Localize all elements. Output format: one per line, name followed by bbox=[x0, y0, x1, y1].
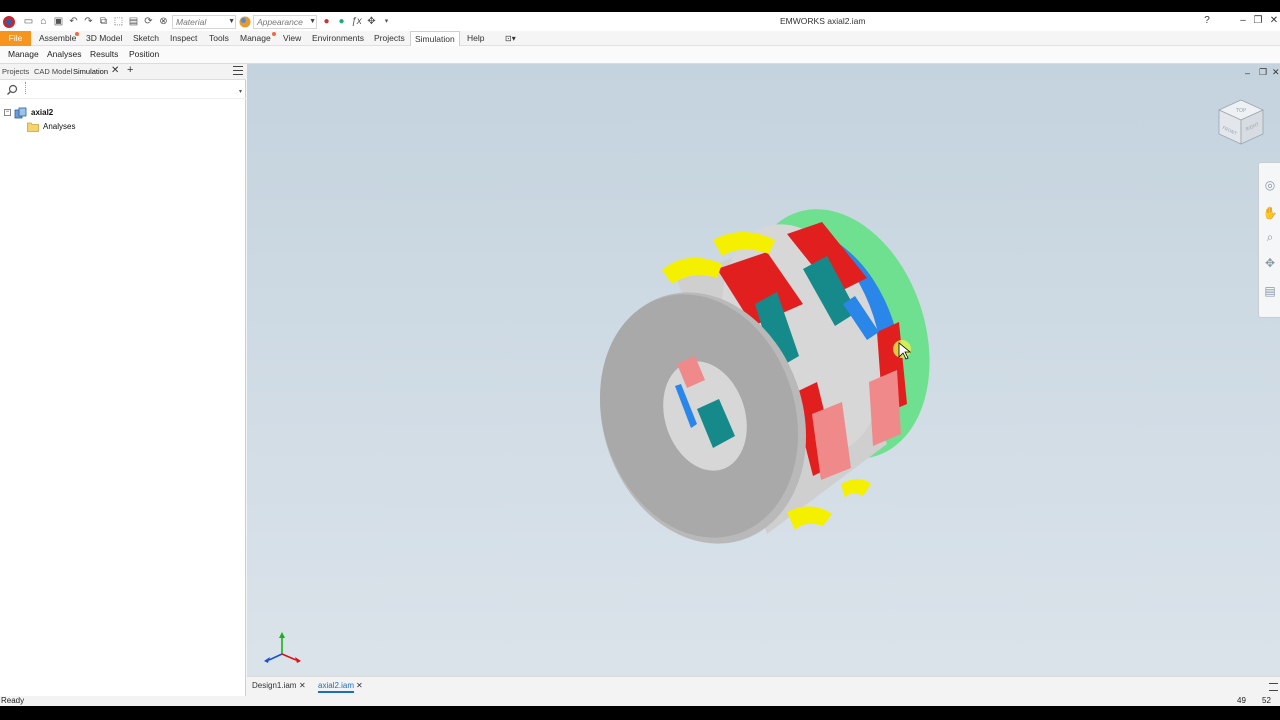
material-combo[interactable]: Material ▼ bbox=[172, 14, 236, 29]
new-file-icon[interactable]: ▭ bbox=[22, 15, 35, 28]
ribbon-tab-position[interactable]: Position bbox=[129, 49, 159, 59]
clear-appearance-icon[interactable]: ● bbox=[335, 15, 348, 28]
menu-help[interactable]: Help bbox=[463, 31, 488, 46]
browser-tabs: Projects CAD Model Simulation ✕ + bbox=[0, 64, 246, 80]
material-combo-text: Material bbox=[176, 16, 207, 27]
menu-inspect[interactable]: Inspect bbox=[166, 31, 201, 46]
tree-label-analyses: Analyses bbox=[43, 122, 76, 131]
ribbon-tab-manage[interactable]: Manage bbox=[8, 49, 39, 59]
copy-icon[interactable]: ⧉ bbox=[97, 15, 110, 28]
undo-icon[interactable]: ↶ bbox=[67, 15, 80, 28]
model-browser-panel: Projects CAD Model Simulation ✕ + ▾ − ax… bbox=[0, 64, 246, 696]
customize-dropdown-icon[interactable]: ▾ bbox=[380, 15, 393, 28]
menu-view[interactable]: View bbox=[279, 31, 305, 46]
add-tab-icon[interactable]: + bbox=[127, 64, 133, 76]
measure-icon[interactable]: ▤ bbox=[127, 15, 140, 28]
title-bar: ▭ ⌂ ▣ ↶ ↷ ⧉ ⬚ ▤ ⟳ ⊗ Material ▼ Appearance… bbox=[0, 12, 1280, 31]
document-menu-icon[interactable] bbox=[1269, 683, 1278, 691]
close-tab-icon[interactable]: ✕ bbox=[299, 681, 306, 690]
panel-menu-icon[interactable] bbox=[233, 66, 243, 75]
menu-assemble[interactable]: Assemble bbox=[35, 31, 80, 46]
tree-label-axial2: axial2 bbox=[31, 108, 54, 117]
close-tab-icon[interactable]: ✕ bbox=[111, 65, 119, 76]
menu-manage[interactable]: Manage bbox=[236, 31, 275, 46]
select-icon[interactable]: ⬚ bbox=[112, 15, 125, 28]
close-tab-icon[interactable]: ✕ bbox=[356, 681, 363, 690]
motor-3d-model[interactable] bbox=[247, 64, 1280, 678]
assembly-icon bbox=[14, 107, 27, 118]
status-count-2: 52 bbox=[1262, 696, 1271, 705]
save-icon[interactable]: ▣ bbox=[52, 15, 65, 28]
status-count-1: 49 bbox=[1237, 696, 1246, 705]
tree-item-analyses[interactable]: Analyses bbox=[27, 120, 75, 133]
axis-triad bbox=[264, 632, 301, 663]
menu-bar: File Assemble 3D Model Sketch Inspect To… bbox=[0, 31, 1280, 46]
open-file-icon[interactable]: ⌂ bbox=[37, 15, 50, 28]
menu-projects[interactable]: Projects bbox=[370, 31, 409, 46]
redo-icon[interactable]: ↷ bbox=[82, 15, 95, 28]
close-icon[interactable]: ✕ bbox=[1267, 14, 1280, 28]
menu-sketch[interactable]: Sketch bbox=[129, 31, 163, 46]
ribbon-tab-results[interactable]: Results bbox=[90, 49, 118, 59]
ribbon-options-icon[interactable]: ⊡▾ bbox=[501, 31, 520, 46]
tab-projects[interactable]: Projects bbox=[2, 67, 29, 76]
menu-file[interactable]: File bbox=[0, 31, 31, 46]
doc-tab-design1[interactable]: Design1.iam bbox=[252, 681, 296, 690]
update-icon[interactable]: ⟳ bbox=[142, 15, 155, 28]
menu-environments[interactable]: Environments bbox=[308, 31, 368, 46]
color-override-icon[interactable]: ● bbox=[320, 15, 333, 28]
notification-dot bbox=[272, 32, 276, 36]
magnet-yellow bbox=[841, 479, 871, 498]
collapse-icon[interactable]: − bbox=[4, 109, 11, 116]
maximize-icon[interactable]: ❐ bbox=[1251, 14, 1265, 28]
browser-search-bar: ▾ bbox=[0, 80, 246, 99]
appearance-combo[interactable]: Appearance ▼ bbox=[253, 14, 317, 29]
filter-dropdown-icon[interactable]: ▾ bbox=[239, 88, 242, 95]
magnet-yellow bbox=[787, 506, 832, 530]
menu-simulation[interactable]: Simulation bbox=[410, 31, 460, 46]
status-bar: Ready 49 52 bbox=[0, 696, 1280, 706]
appearance-combo-text: Appearance bbox=[257, 16, 303, 27]
app-logo-icon[interactable] bbox=[2, 15, 16, 29]
appearance-sphere-icon bbox=[239, 16, 251, 27]
quick-access-toolbar: ▭ ⌂ ▣ ↶ ↷ ⧉ ⬚ ▤ ⟳ ⊗ Material ▼ Appearance… bbox=[2, 14, 395, 29]
status-text: Ready bbox=[1, 696, 25, 705]
search-icon[interactable] bbox=[6, 84, 18, 96]
chevron-down-icon: ▼ bbox=[309, 18, 316, 25]
menu-tools[interactable]: Tools bbox=[205, 31, 233, 46]
menu-3d-model[interactable]: 3D Model bbox=[82, 31, 126, 46]
folder-icon bbox=[27, 122, 39, 132]
formula-icon[interactable]: ƒx bbox=[350, 15, 363, 28]
move-icon[interactable]: ✥ bbox=[365, 15, 378, 28]
clear-icon[interactable]: ⊗ bbox=[157, 15, 170, 28]
divider bbox=[25, 82, 26, 94]
application-window: ▭ ⌂ ▣ ↶ ↷ ⧉ ⬚ ▤ ⟳ ⊗ Material ▼ Appearance… bbox=[0, 12, 1280, 706]
tab-cad-model[interactable]: CAD Model bbox=[34, 67, 72, 76]
chevron-down-icon: ▼ bbox=[228, 18, 235, 25]
ribbon-tab-analyses[interactable]: Analyses bbox=[47, 49, 82, 59]
doc-tab-axial2[interactable]: axial2.iam bbox=[318, 681, 355, 693]
tree-item-axial2[interactable]: − axial2 bbox=[4, 106, 53, 119]
document-tabs: Design1.iam ✕ axial2.iam ✕ bbox=[247, 676, 1280, 696]
graphics-viewport[interactable]: – ❐ ✕ TOP FRONT RIGHT ◎ ✋ ⌕ ✥ ▤ bbox=[247, 64, 1280, 678]
notification-dot bbox=[75, 32, 79, 36]
minimize-icon[interactable]: – bbox=[1236, 14, 1250, 28]
tab-simulation[interactable]: Simulation bbox=[73, 67, 108, 76]
window-title: EMWORKS axial2.iam bbox=[780, 16, 866, 26]
help-icon[interactable]: ? bbox=[1200, 14, 1214, 28]
ribbon-bar: Manage Analyses Results Position bbox=[0, 46, 1280, 64]
magnet-pink bbox=[869, 370, 901, 446]
